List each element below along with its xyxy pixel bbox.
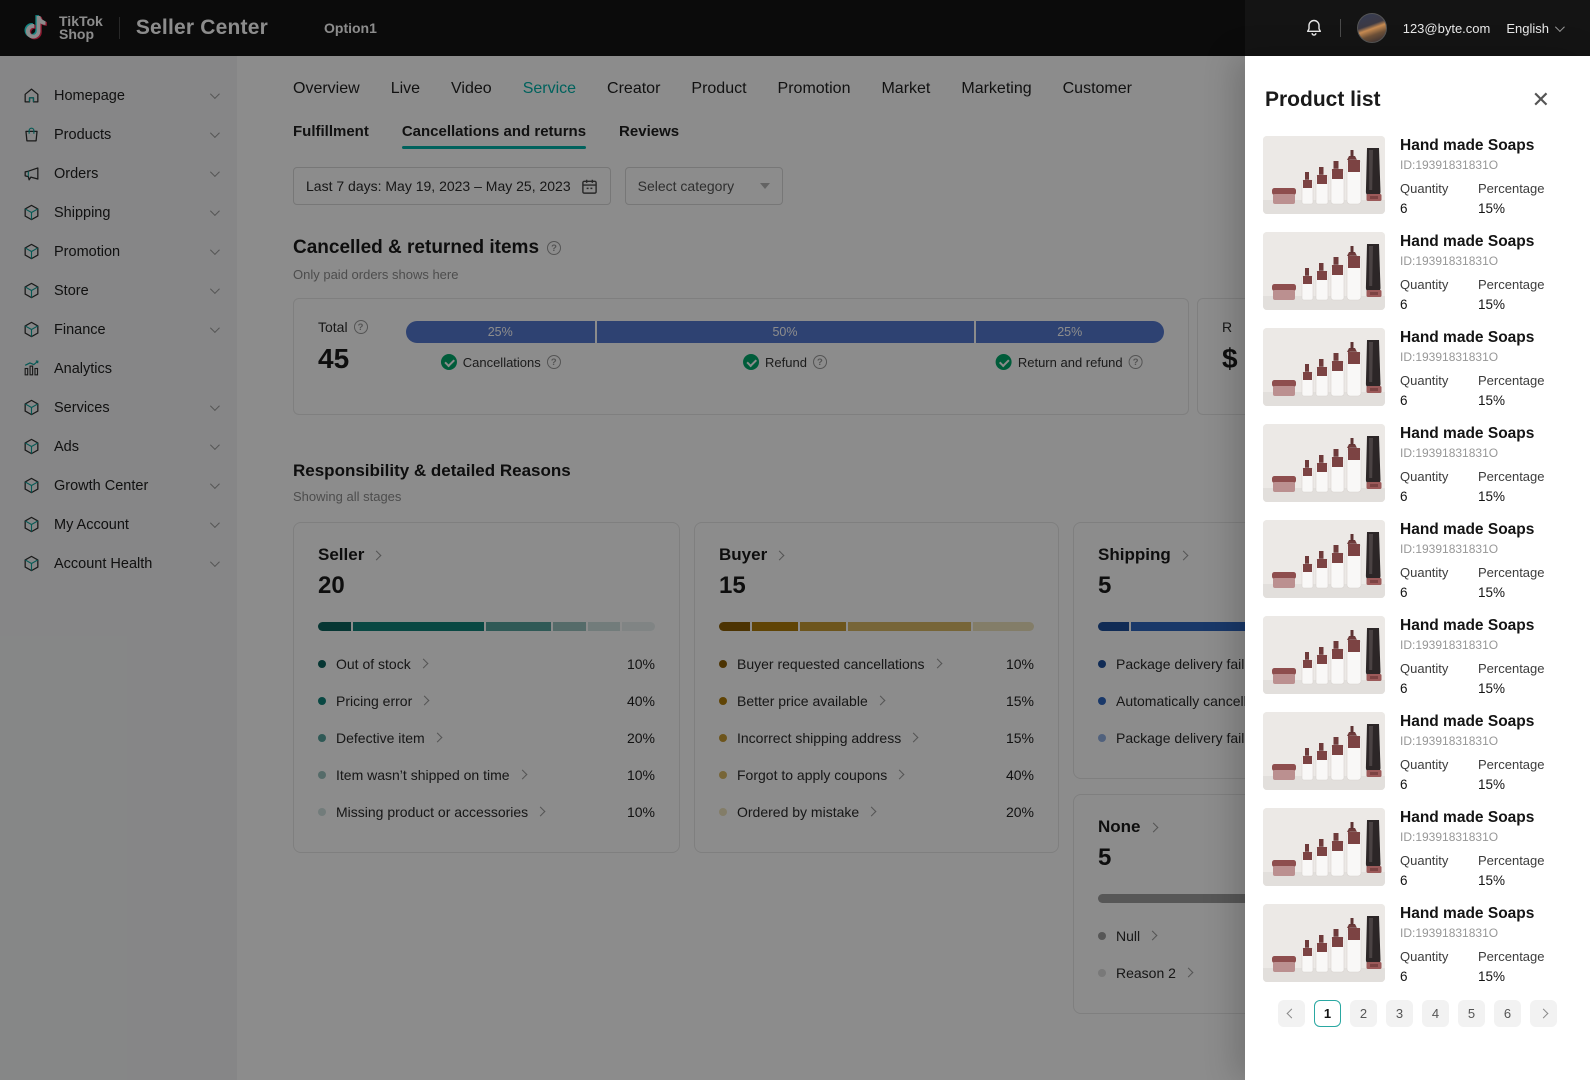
- quantity-label: Quantity: [1400, 565, 1449, 580]
- product-id: ID:19391831831O: [1400, 254, 1499, 268]
- quantity-label: Quantity: [1400, 373, 1449, 388]
- percentage-value: 15%: [1478, 393, 1506, 408]
- percentage-label: Percentage: [1478, 469, 1545, 484]
- product-row: Hand made Soaps ID:19391831831O Quantity…: [1263, 520, 1590, 600]
- percentage-label: Percentage: [1478, 565, 1545, 580]
- product-row: Hand made Soaps ID:19391831831O Quantity…: [1263, 424, 1590, 504]
- percentage-value: 15%: [1478, 489, 1506, 504]
- quantity-label: Quantity: [1400, 757, 1449, 772]
- header-divider-2: [1339, 19, 1341, 37]
- product-id: ID:19391831831O: [1400, 350, 1499, 364]
- quantity-label: Quantity: [1400, 661, 1449, 676]
- quantity-value: 6: [1400, 489, 1408, 504]
- quantity-value: 6: [1400, 297, 1408, 312]
- product-name: Hand made Soaps: [1400, 233, 1535, 250]
- product-image: [1263, 232, 1385, 310]
- percentage-label: Percentage: [1478, 277, 1545, 292]
- product-id: ID:19391831831O: [1400, 638, 1499, 652]
- language-label: English: [1506, 20, 1549, 36]
- percentage-label: Percentage: [1478, 757, 1545, 772]
- pagination-page[interactable]: 4: [1422, 1000, 1449, 1027]
- product-row: Hand made Soaps ID:19391831831O Quantity…: [1263, 808, 1590, 888]
- percentage-label: Percentage: [1478, 181, 1545, 196]
- pagination-next[interactable]: [1530, 1000, 1557, 1027]
- pagination-page[interactable]: 6: [1494, 1000, 1521, 1027]
- product-items: Hand made Soaps ID:19391831831O Quantity…: [1245, 136, 1590, 984]
- product-image: [1263, 136, 1385, 214]
- product-name: Hand made Soaps: [1400, 809, 1535, 826]
- percentage-label: Percentage: [1478, 949, 1545, 964]
- product-list-drawer: Product list ✕ Hand made Soaps ID:193918…: [1245, 56, 1590, 1080]
- chevron-right-icon: [1538, 1008, 1549, 1019]
- product-id: ID:19391831831O: [1400, 734, 1499, 748]
- product-name: Hand made Soaps: [1400, 905, 1535, 922]
- quantity-label: Quantity: [1400, 277, 1449, 292]
- quantity-value: 6: [1400, 873, 1408, 888]
- product-name: Hand made Soaps: [1400, 617, 1535, 634]
- product-image: [1263, 712, 1385, 790]
- close-icon[interactable]: ✕: [1532, 89, 1550, 111]
- percentage-label: Percentage: [1478, 853, 1545, 868]
- product-name: Hand made Soaps: [1400, 137, 1535, 154]
- product-name: Hand made Soaps: [1400, 425, 1535, 442]
- percentage-value: 15%: [1478, 201, 1506, 216]
- quantity-value: 6: [1400, 201, 1408, 216]
- product-row: Hand made Soaps ID:19391831831O Quantity…: [1263, 616, 1590, 696]
- product-image: [1263, 520, 1385, 598]
- product-image: [1263, 424, 1385, 502]
- quantity-label: Quantity: [1400, 181, 1449, 196]
- product-row: Hand made Soaps ID:19391831831O Quantity…: [1263, 904, 1590, 984]
- product-row: Hand made Soaps ID:19391831831O Quantity…: [1263, 232, 1590, 312]
- quantity-value: 6: [1400, 585, 1408, 600]
- pagination-page[interactable]: 2: [1350, 1000, 1377, 1027]
- quantity-label: Quantity: [1400, 853, 1449, 868]
- quantity-label: Quantity: [1400, 469, 1449, 484]
- product-image: [1263, 904, 1385, 982]
- percentage-label: Percentage: [1478, 373, 1545, 388]
- pagination-page[interactable]: 3: [1386, 1000, 1413, 1027]
- percentage-value: 15%: [1478, 969, 1506, 984]
- percentage-value: 15%: [1478, 681, 1506, 696]
- product-id: ID:19391831831O: [1400, 542, 1499, 556]
- modal-scrim[interactable]: [0, 0, 1245, 1080]
- quantity-value: 6: [1400, 777, 1408, 792]
- product-id: ID:19391831831O: [1400, 158, 1499, 172]
- avatar[interactable]: [1356, 13, 1387, 43]
- pagination: 1 2 3 4 5 6: [1245, 1000, 1590, 1027]
- product-id: ID:19391831831O: [1400, 446, 1499, 460]
- product-row: Hand made Soaps ID:19391831831O Quantity…: [1263, 136, 1590, 216]
- pagination-page[interactable]: 5: [1458, 1000, 1485, 1027]
- product-name: Hand made Soaps: [1400, 713, 1535, 730]
- quantity-value: 6: [1400, 681, 1408, 696]
- pagination-prev[interactable]: [1278, 1000, 1305, 1027]
- product-row: Hand made Soaps ID:19391831831O Quantity…: [1263, 328, 1590, 408]
- percentage-value: 15%: [1478, 585, 1506, 600]
- account-email[interactable]: 123@byte.com: [1403, 21, 1491, 36]
- notification-bell-icon[interactable]: [1304, 18, 1324, 38]
- chevron-left-icon: [1286, 1008, 1297, 1019]
- product-row: Hand made Soaps ID:19391831831O Quantity…: [1263, 712, 1590, 792]
- product-image: [1263, 616, 1385, 694]
- quantity-value: 6: [1400, 969, 1408, 984]
- percentage-value: 15%: [1478, 873, 1506, 888]
- language-selector[interactable]: English: [1506, 20, 1565, 36]
- percentage-label: Percentage: [1478, 661, 1545, 676]
- product-name: Hand made Soaps: [1400, 521, 1535, 538]
- drawer-title: Product list: [1265, 88, 1381, 111]
- product-image: [1263, 808, 1385, 886]
- quantity-value: 6: [1400, 393, 1408, 408]
- percentage-value: 15%: [1478, 297, 1506, 312]
- pagination-page[interactable]: 1: [1314, 1000, 1341, 1027]
- product-id: ID:19391831831O: [1400, 830, 1499, 844]
- product-id: ID:19391831831O: [1400, 926, 1499, 940]
- chevron-down-icon: [1554, 21, 1565, 32]
- quantity-label: Quantity: [1400, 949, 1449, 964]
- product-image: [1263, 328, 1385, 406]
- product-name: Hand made Soaps: [1400, 329, 1535, 346]
- percentage-value: 15%: [1478, 777, 1506, 792]
